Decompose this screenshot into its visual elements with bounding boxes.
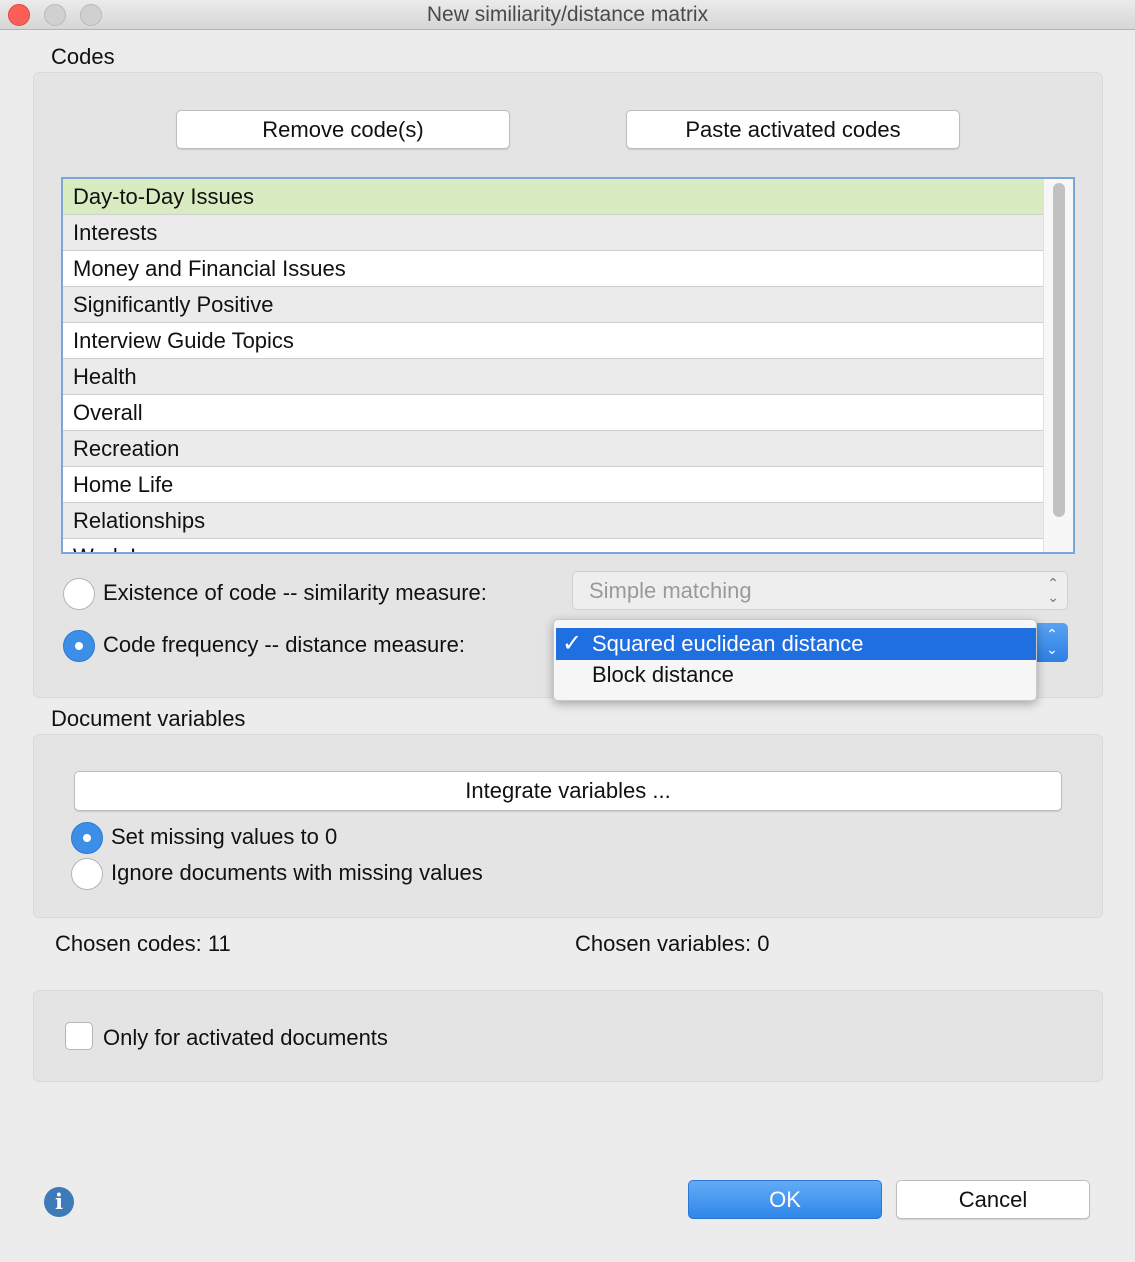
integrate-variables-button[interactable]: Integrate variables ... [74,771,1062,811]
title-bar: New similiarity/distance matrix [0,0,1135,30]
ok-button[interactable]: OK [688,1180,882,1219]
list-item[interactable]: Work Issues [63,539,1043,552]
option-label: Squared euclidean distance [592,631,864,656]
paste-activated-codes-button[interactable]: Paste activated codes [626,110,960,149]
list-item[interactable]: Health [63,359,1043,395]
list-item[interactable]: Recreation [63,431,1043,467]
frequency-radio[interactable] [63,630,95,662]
updown-chevron-icon: ⌃ ⌄ [1047,575,1059,605]
distance-option-squared-euclidean[interactable]: ✓ Squared euclidean distance [556,628,1036,660]
existence-radio[interactable] [63,578,95,610]
list-item[interactable]: Home Life [63,467,1043,503]
list-item[interactable]: Interview Guide Topics [63,323,1043,359]
frequency-label: Code frequency -- distance measure: [103,632,465,657]
list-item[interactable]: Significantly Positive [63,287,1043,323]
list-item[interactable]: Overall [63,395,1043,431]
set-missing-zero-label: Set missing values to 0 [111,824,338,849]
distance-select-chevron-icon[interactable]: ⌃ ⌄ [1036,623,1068,662]
distance-measure-dropdown[interactable]: ✓ Squared euclidean distance Block dista… [553,619,1037,701]
chosen-codes-count: Chosen codes: 11 [55,931,231,956]
ignore-missing-radio[interactable] [71,858,103,890]
similarity-measure-select[interactable]: Simple matching ⌃ ⌄ [572,571,1068,610]
document-variables-section-label: Document variables [51,706,246,731]
codes-list-scrollbar[interactable] [1043,179,1073,552]
only-activated-documents-checkbox[interactable] [65,1022,93,1050]
scrollbar-thumb[interactable] [1053,183,1065,517]
codes-section-label: Codes [51,44,115,69]
similarity-measure-value: Simple matching [589,577,752,603]
chosen-variables-count: Chosen variables: 0 [575,931,770,956]
existence-label: Existence of code -- similarity measure: [103,580,487,605]
checkmark-icon: ✓ [562,630,583,657]
cancel-button[interactable]: Cancel [896,1180,1090,1219]
only-activated-documents-label: Only for activated documents [103,1025,388,1050]
set-missing-zero-radio[interactable] [71,822,103,854]
ignore-missing-label: Ignore documents with missing values [111,860,483,885]
list-item[interactable]: Interests [63,215,1043,251]
distance-option-block[interactable]: Block distance [556,659,1036,691]
list-item[interactable]: Money and Financial Issues [63,251,1043,287]
remove-codes-button[interactable]: Remove code(s) [176,110,510,149]
codes-list[interactable]: Day-to-Day Issues Interests Money and Fi… [61,177,1075,554]
list-item[interactable]: Relationships [63,503,1043,539]
info-icon[interactable]: i [44,1187,74,1217]
window-title: New similiarity/distance matrix [426,3,709,26]
list-item-selected[interactable]: Day-to-Day Issues [63,179,1043,215]
